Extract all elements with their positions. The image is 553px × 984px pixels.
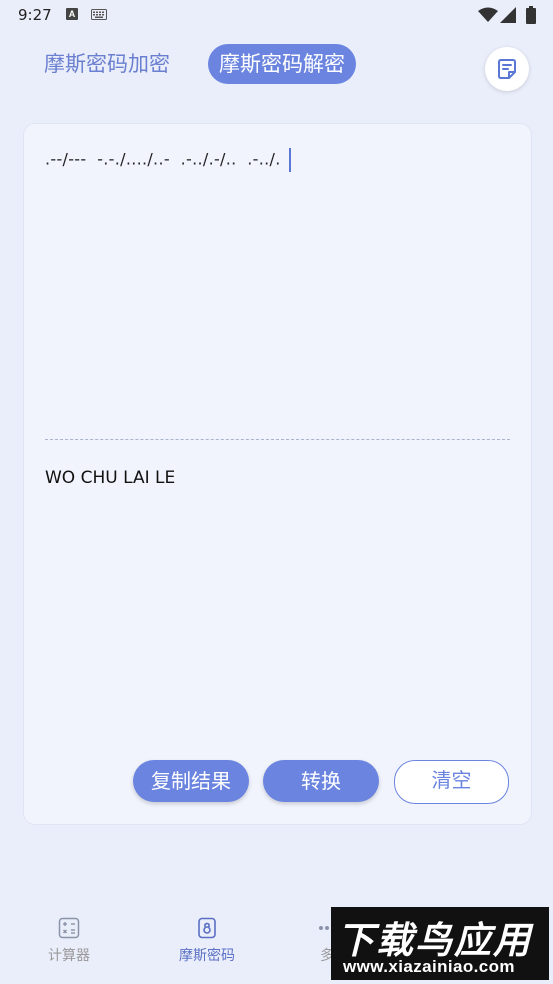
text-caret [288,148,291,172]
history-button[interactable] [485,47,529,91]
calculator-icon [58,917,80,939]
watermark-title: 下载鸟应用 [337,919,532,962]
decoded-output: WO CHU LAI LE [45,468,176,488]
convert-button[interactable]: 转换 [263,760,379,802]
watermark-url: www.xiazainiao.com [343,957,515,976]
nav-item-morse[interactable]: 摩斯密码 [152,917,262,965]
watermark-logo: 下载鸟应用 www.xiazainiao.com [331,907,549,980]
copy-result-button[interactable]: 复制结果 [133,760,249,802]
wifi-icon [478,7,498,22]
signal-icon [500,7,516,23]
clear-button[interactable]: 清空 [394,760,509,804]
keyboard-icon [91,9,107,20]
nav-item-calculator[interactable]: 计算器 [14,917,124,965]
nav-label-calculator: 计算器 [48,948,90,964]
divider [45,439,510,440]
editor-card: .--/--- -.-./..../..- .-../.-/.. .-../. … [23,123,532,825]
notification-a-icon: A [66,8,78,20]
status-bar: 9:27 A [0,0,553,32]
nav-label-morse: 摩斯密码 [179,948,235,964]
tab-encrypt[interactable]: 摩斯密码加密 [30,44,184,84]
note-icon [498,59,516,79]
status-time: 9:27 [18,6,52,24]
lock-icon [198,917,216,939]
morse-input-text: .--/--- -.-./..../..- .-../.-/.. .-../. [45,149,281,169]
tab-decrypt[interactable]: 摩斯密码解密 [208,44,356,84]
morse-input[interactable]: .--/--- -.-./..../..- .-../.-/.. .-../. [45,148,291,172]
battery-icon [526,6,536,24]
